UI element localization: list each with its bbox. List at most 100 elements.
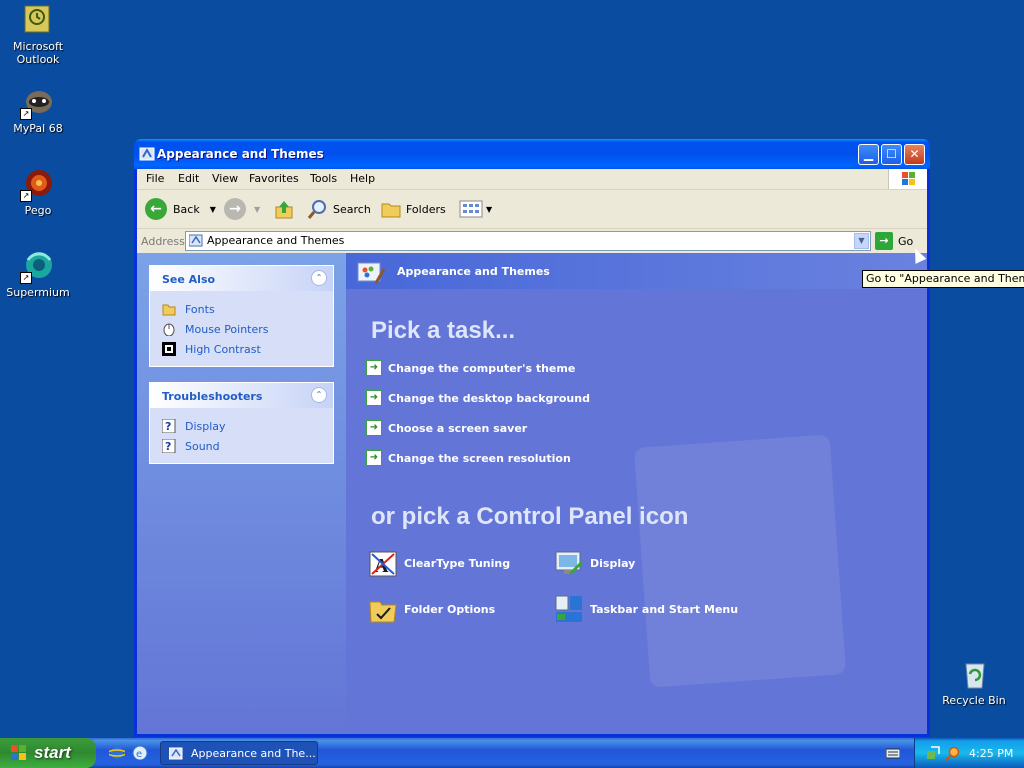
task-screen-saver[interactable]: ➜ Choose a screen saver — [366, 419, 527, 437]
email-icon[interactable]: e — [132, 745, 148, 761]
see-also-label: Fonts — [185, 303, 215, 316]
content-header: Appearance and Themes — [346, 253, 927, 289]
desktop-icon-outlook[interactable]: Microsoft Outlook — [0, 4, 76, 66]
watermark-graphic — [633, 434, 847, 688]
back-dropdown-icon[interactable]: ▼ — [210, 205, 216, 214]
close-button[interactable]: ✕ — [904, 144, 925, 165]
pick-task-heading: Pick a task... — [371, 317, 516, 344]
troubleshooter-item-display[interactable]: ? Display — [150, 416, 333, 436]
close-icon: ✕ — [909, 147, 920, 161]
views-button[interactable]: ▼ — [459, 195, 492, 223]
folders-button[interactable]: Folders — [380, 195, 446, 223]
title-bar[interactable]: Appearance and Themes ▁ ☐ ✕ — [134, 139, 930, 169]
content-header-title: Appearance and Themes — [397, 265, 550, 278]
troubleshooter-item-sound[interactable]: ? Sound — [150, 436, 333, 456]
taskbar-item-label: Appearance and The... — [191, 746, 316, 760]
up-button[interactable] — [273, 195, 295, 223]
task-change-theme[interactable]: ➜ Change the computer's theme — [366, 359, 575, 377]
desktop-icon-pego[interactable]: ↗ Pego — [0, 168, 76, 217]
network-icon[interactable] — [925, 745, 941, 761]
cp-icon-folder-options[interactable]: Folder Options — [368, 594, 495, 624]
task-label: Change the screen resolution — [388, 451, 571, 465]
toolbar: ← Back ▼ → ▼ Search Folders ▼ — [137, 190, 927, 229]
go-button[interactable]: → Go — [875, 231, 913, 251]
address-field[interactable]: Appearance and Themes ▼ — [185, 231, 871, 251]
task-change-background[interactable]: ➜ Change the desktop background — [366, 389, 590, 407]
forward-button[interactable]: → ▼ — [224, 195, 260, 223]
folders-icon — [381, 203, 401, 218]
address-dropdown-icon[interactable]: ▼ — [854, 233, 869, 249]
back-label: Back — [173, 202, 200, 216]
desktop-icon-label-2: Outlook — [16, 53, 60, 66]
cp-icon-cleartype[interactable]: A ClearType Tuning — [368, 548, 510, 578]
back-arrow-icon: ← — [145, 198, 167, 220]
task-arrow-icon: ➜ — [366, 390, 382, 406]
maximize-icon: ☐ — [886, 147, 897, 161]
shortcut-arrow-icon: ↗ — [20, 108, 32, 120]
fonts-folder-icon — [162, 304, 176, 316]
taskbar-item-appearance-themes[interactable]: Appearance and The... — [160, 741, 318, 765]
search-button[interactable]: Search — [307, 195, 371, 223]
cp-icon-taskbar-start-menu[interactable]: Taskbar and Start Menu — [554, 594, 738, 624]
desktop-icon-label: Recycle Bin — [942, 694, 1006, 707]
mypal-icon: ↗ — [20, 86, 54, 120]
menu-tools[interactable]: Tools — [310, 172, 337, 185]
maximize-button[interactable]: ☐ — [881, 144, 902, 165]
desktop-icon-mypal[interactable]: ↗ MyPal 68 — [0, 86, 76, 135]
collapse-icon[interactable]: ⌃ — [311, 387, 327, 403]
desktop-icon-label: Pego — [24, 204, 52, 217]
see-also-title: See Also — [162, 273, 216, 286]
troubleshooters-title: Troubleshooters — [162, 390, 263, 403]
task-label: Change the computer's theme — [388, 361, 576, 375]
pego-icon: ↗ — [20, 168, 54, 202]
start-button[interactable]: start — [0, 738, 96, 768]
go-label: Go — [898, 234, 914, 248]
task-label: Change the desktop background — [388, 391, 590, 405]
task-screen-resolution[interactable]: ➜ Change the screen resolution — [366, 449, 571, 467]
high-contrast-icon — [162, 342, 176, 356]
search-tray-icon[interactable] — [945, 745, 961, 761]
troubleshooters-panel: Troubleshooters ⌃ ? Display ? Sound — [149, 382, 334, 464]
clock[interactable]: 4:25 PM — [969, 747, 1013, 760]
minimize-button[interactable]: ▁ — [858, 144, 879, 165]
see-also-header[interactable]: See Also ⌃ — [150, 266, 333, 291]
address-folder-icon — [188, 234, 203, 247]
see-also-item-fonts[interactable]: Fonts — [150, 299, 333, 319]
start-label: start — [34, 743, 71, 762]
see-also-panel: See Also ⌃ Fonts Mouse Pointers High Con… — [149, 265, 334, 367]
task-arrow-icon: ➜ — [366, 420, 382, 436]
desktop-icon-recycle-bin[interactable]: Recycle Bin — [936, 658, 1012, 707]
desktop-icon-label: MyPal 68 — [13, 122, 63, 135]
outlook-icon — [22, 4, 54, 36]
window-icon — [169, 747, 183, 759]
menu-file[interactable]: File — [146, 172, 164, 185]
menu-view[interactable]: View — [212, 172, 238, 185]
window-client: File Edit View Favorites Tools Help ← Ba… — [137, 169, 927, 734]
collapse-icon[interactable]: ⌃ — [311, 270, 327, 286]
cp-icon-label: Folder Options — [404, 602, 496, 616]
see-also-item-high-contrast[interactable]: High Contrast — [150, 339, 333, 359]
menu-help[interactable]: Help — [350, 172, 375, 185]
supermium-icon: ↗ — [20, 250, 54, 284]
svg-text:e: e — [136, 749, 142, 760]
svg-text:?: ? — [165, 440, 171, 453]
see-also-item-mouse-pointers[interactable]: Mouse Pointers — [150, 319, 333, 339]
cp-icon-label: Taskbar and Start Menu — [590, 602, 739, 616]
task-pane: See Also ⌃ Fonts Mouse Pointers High Con… — [137, 253, 346, 734]
pick-icon-heading: or pick a Control Panel icon — [371, 503, 689, 530]
see-also-label: Mouse Pointers — [185, 323, 269, 336]
desktop-icon-supermium[interactable]: ↗ Supermium — [0, 250, 76, 299]
back-button[interactable]: ← Back ▼ — [145, 195, 216, 223]
troubleshooters-header[interactable]: Troubleshooters ⌃ — [150, 383, 333, 408]
cp-icon-display[interactable]: Display — [554, 548, 635, 578]
keyboard-icon[interactable] — [886, 747, 900, 759]
menu-edit[interactable]: Edit — [178, 172, 199, 185]
taskbar-start-menu-icon — [555, 595, 582, 622]
forward-dropdown-icon[interactable]: ▼ — [254, 205, 260, 214]
desktop-icon-label: Microsoft — [12, 40, 64, 53]
menu-favorites[interactable]: Favorites — [249, 172, 299, 185]
shortcut-arrow-icon: ↗ — [20, 272, 32, 284]
task-arrow-icon: ➜ — [366, 360, 382, 376]
search-label: Search — [333, 202, 371, 216]
internet-explorer-icon[interactable] — [109, 745, 125, 761]
